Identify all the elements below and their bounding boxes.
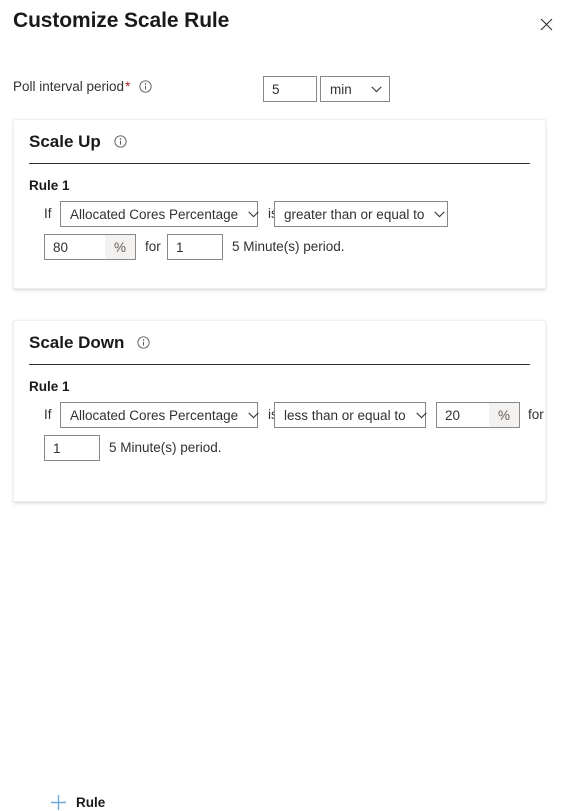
close-icon[interactable] — [534, 12, 558, 36]
percent-suffix: % — [105, 235, 135, 259]
scale-down-threshold-field[interactable]: % — [436, 402, 520, 428]
chevron-down-icon — [248, 211, 259, 218]
info-icon[interactable] — [137, 335, 150, 349]
required-marker: * — [125, 79, 131, 94]
chevron-down-icon — [371, 86, 382, 93]
scale-down-metric-value: Allocated Cores Percentage — [70, 407, 239, 423]
scale-up-for-label: for — [145, 239, 161, 254]
scale-up-title-text: Scale Up — [29, 131, 101, 151]
scale-up-title: Scale Up — [29, 132, 127, 152]
chevron-down-icon — [415, 412, 427, 419]
plus-icon — [50, 794, 67, 811]
poll-interval-row: Poll interval period* min — [13, 76, 558, 102]
scale-up-rule-label: Rule 1 — [29, 178, 70, 193]
poll-interval-label: Poll interval period* — [13, 79, 152, 94]
scale-down-add-rule-button[interactable]: Rule — [50, 794, 105, 811]
scale-up-duration-input[interactable] — [167, 234, 223, 260]
scale-up-threshold-field[interactable]: % — [44, 234, 136, 260]
poll-interval-value-input[interactable] — [263, 76, 317, 102]
scale-up-metric-value: Allocated Cores Percentage — [70, 206, 239, 222]
scale-down-for-label: for — [528, 407, 544, 422]
info-icon[interactable] — [113, 134, 127, 148]
scale-up-operator-value: greater than or equal to — [284, 206, 425, 222]
poll-interval-unit-dropdown[interactable]: min — [320, 76, 390, 102]
scale-up-card-header: Scale Up — [29, 120, 530, 164]
scale-down-period-label: 5 Minute(s) period. — [109, 440, 222, 455]
scale-up-threshold-input[interactable] — [45, 235, 105, 259]
dialog-header: Customize Scale Rule — [0, 0, 570, 56]
scale-up-period-label: 5 Minute(s) period. — [232, 239, 345, 254]
scale-down-rule-row: If Allocated Cores Percentage is less th… — [29, 402, 544, 468]
scale-down-duration-input[interactable] — [44, 435, 100, 461]
scale-up-metric-dropdown[interactable]: Allocated Cores Percentage — [60, 201, 259, 227]
chevron-down-icon — [434, 211, 446, 218]
scale-down-card-body: Rule 1 If Allocated Cores Percentage is … — [14, 365, 545, 468]
poll-interval-label-text: Poll interval period — [13, 79, 125, 94]
scale-down-card-header: Scale Down — [29, 321, 530, 365]
scale-up-if-label: If — [44, 206, 52, 221]
chevron-down-icon — [248, 412, 259, 419]
scale-up-rule-row: If Allocated Cores Percentage is greater… — [29, 201, 530, 267]
scale-down-operator-value: less than or equal to — [284, 407, 406, 423]
scale-down-card: Scale Down Rule 1 If Allocated Cores Per… — [13, 320, 546, 810]
scale-down-title-text: Scale Down — [29, 332, 125, 352]
info-icon[interactable] — [139, 80, 152, 93]
scale-up-operator-dropdown[interactable]: greater than or equal to — [274, 201, 448, 227]
scale-down-threshold-input[interactable] — [437, 403, 489, 427]
percent-suffix: % — [489, 403, 519, 427]
scale-down-if-label: If — [44, 407, 52, 422]
scale-down-metric-dropdown[interactable]: Allocated Cores Percentage — [60, 402, 259, 428]
scale-down-add-rule-label: Rule — [76, 795, 106, 810]
scale-up-card: Scale Up Rule 1 If Allocated Cores Perce… — [13, 119, 546, 407]
page-title: Customize Scale Rule — [13, 9, 230, 32]
scale-up-card-body: Rule 1 If Allocated Cores Percentage is … — [14, 164, 545, 267]
scale-down-rule-label: Rule 1 — [29, 379, 70, 394]
poll-interval-unit-value: min — [330, 81, 352, 97]
scale-down-title: Scale Down — [29, 333, 150, 353]
scale-down-operator-dropdown[interactable]: less than or equal to — [274, 402, 427, 428]
